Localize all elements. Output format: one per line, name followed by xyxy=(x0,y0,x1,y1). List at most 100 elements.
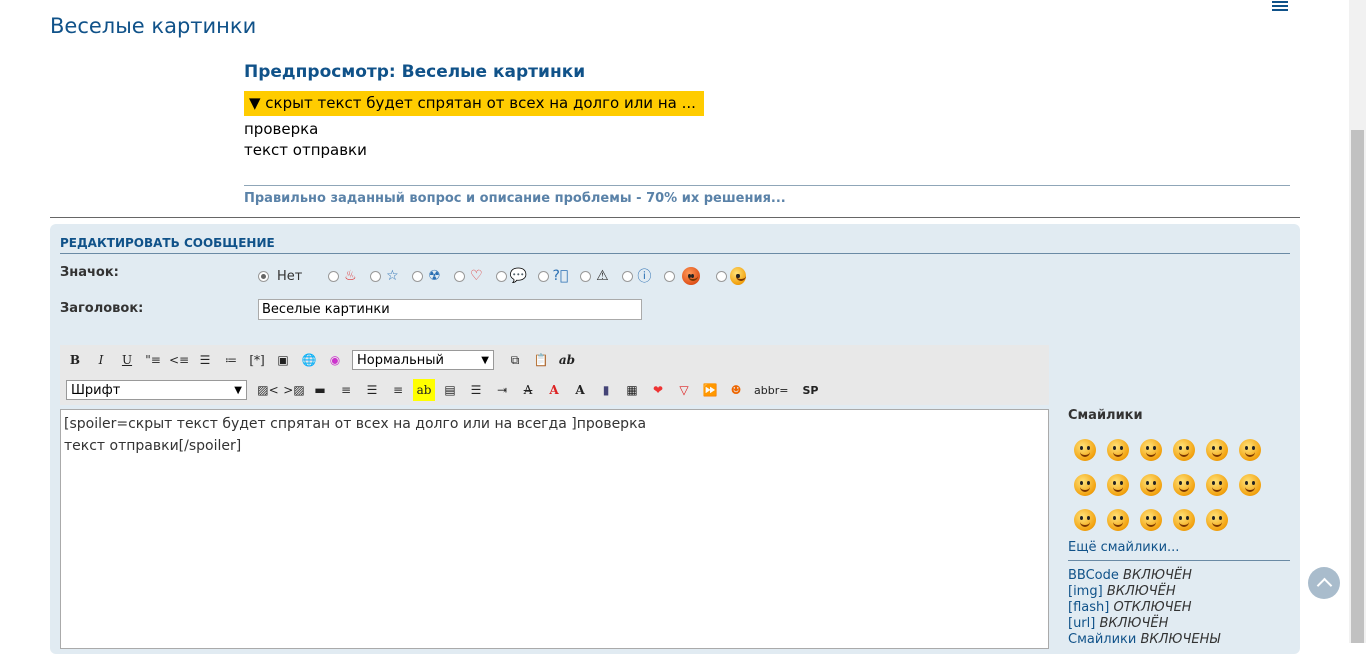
bullet-list-button[interactable]: ☰ xyxy=(194,349,216,371)
smiley-icon[interactable] xyxy=(1239,439,1261,461)
info-icon: ⓘ xyxy=(637,269,652,285)
option-name[interactable]: [url] xyxy=(1068,616,1095,631)
icon-option-star[interactable]: ☆ xyxy=(370,268,400,284)
hamburger-menu-icon[interactable] xyxy=(1272,1,1288,13)
italic-button[interactable]: I xyxy=(90,349,112,371)
smiley-icon[interactable] xyxy=(1107,509,1129,531)
align-right-icon[interactable]: ≡ xyxy=(387,379,409,401)
icon-option-none[interactable]: Нет xyxy=(258,269,316,284)
paste-icon[interactable]: 📋 xyxy=(530,349,552,371)
option-status: ОТКЛЮЧЕН xyxy=(1113,600,1192,615)
smiley-icon[interactable] xyxy=(1206,509,1228,531)
smiley-icon[interactable] xyxy=(1173,474,1195,496)
quote-button[interactable]: "≡ xyxy=(142,349,164,371)
spellcheck-icon[interactable]: ab xyxy=(556,349,578,371)
smiley-icon[interactable] xyxy=(1107,474,1129,496)
radio[interactable] xyxy=(716,270,728,282)
numbered-list-button[interactable]: ≔ xyxy=(220,349,242,371)
media-icon[interactable]: ▦ xyxy=(621,379,643,401)
icon-option-question[interactable]: ?⃝ xyxy=(538,268,568,284)
subject-input[interactable] xyxy=(258,299,642,320)
spoiler-toggle[interactable]: ▼ скрыт текст будет спрятан от всех на д… xyxy=(244,91,704,116)
scroll-to-top-button[interactable] xyxy=(1308,567,1340,599)
radio[interactable] xyxy=(664,270,676,282)
radio[interactable] xyxy=(622,270,634,282)
page-scrollbar[interactable] xyxy=(1349,0,1366,643)
play-icon[interactable]: ⏩ xyxy=(699,379,721,401)
code-button[interactable]: <≡ xyxy=(168,349,190,371)
icon-option-radiation[interactable]: ☢ xyxy=(412,268,442,284)
icon-option-info[interactable]: ⓘ xyxy=(622,268,652,285)
radio[interactable] xyxy=(454,270,466,282)
smiley-icon[interactable] xyxy=(1074,474,1096,496)
image-icon[interactable]: ▣ xyxy=(272,349,294,371)
list-item-button[interactable]: [*] xyxy=(246,349,268,371)
font-size-select[interactable]: Нормальный ▼ xyxy=(352,350,494,370)
font-color-icon[interactable]: A xyxy=(543,379,565,401)
smiley-icon[interactable] xyxy=(1140,439,1162,461)
icon-option-speech[interactable]: 💬 xyxy=(496,268,527,284)
smiley-icon[interactable] xyxy=(1140,509,1162,531)
horizontal-rule-icon[interactable]: ▬ xyxy=(309,379,331,401)
heart-smiley-icon[interactable]: ❤ xyxy=(647,379,669,401)
option-name[interactable]: [flash] xyxy=(1068,600,1109,615)
font-shadow-icon[interactable]: A xyxy=(569,379,591,401)
icon-label: Значок: xyxy=(60,265,119,280)
scrollbar-thumb[interactable] xyxy=(1351,130,1364,643)
font-size-value: Нормальный xyxy=(357,352,444,368)
smiley-icon[interactable] xyxy=(1140,474,1162,496)
icon-option-fire[interactable]: ♨ xyxy=(328,268,358,284)
radio-none[interactable] xyxy=(258,270,269,282)
icon-option-grin[interactable] xyxy=(716,267,747,285)
message-textarea[interactable]: [spoiler=скрыт текст будет спрятан от вс… xyxy=(60,409,1049,649)
underline-button[interactable]: U xyxy=(116,349,138,371)
gradient-icon[interactable]: ▮ xyxy=(595,379,617,401)
radio[interactable] xyxy=(580,270,592,282)
font-family-select[interactable]: Шрифт ▼ xyxy=(66,380,247,400)
smiley-icon[interactable] xyxy=(1074,439,1096,461)
align-left-icon[interactable]: ≡ xyxy=(335,379,357,401)
radio[interactable] xyxy=(370,270,382,282)
option-name[interactable]: Смайлики xyxy=(1068,632,1136,647)
align-center-icon[interactable]: ☰ xyxy=(361,379,383,401)
strikethrough-icon[interactable]: A xyxy=(517,379,539,401)
radio[interactable] xyxy=(412,270,424,282)
smiley-icon[interactable] xyxy=(1206,439,1228,461)
toolbar-secondary: Шрифт ▼ ▨< >▨ ▬ ≡ ☰ ≡ ab ▤ ☰ ⇥ A A A ▮ ▦ … xyxy=(60,375,1049,405)
option-status: ВКЛЮЧЁН xyxy=(1123,568,1192,583)
smiley-icon[interactable] xyxy=(1107,439,1129,461)
radio[interactable] xyxy=(328,270,340,282)
radio[interactable] xyxy=(496,270,508,282)
option-name[interactable]: [img] xyxy=(1068,584,1103,599)
star-icon: ☆ xyxy=(386,268,399,284)
justify-icon[interactable]: ☰ xyxy=(465,379,487,401)
smiley-icon[interactable] xyxy=(1206,474,1228,496)
copy-icon[interactable]: ⧉ xyxy=(504,349,526,371)
radio[interactable] xyxy=(538,270,550,282)
abbr-button[interactable]: abbr= xyxy=(751,379,791,401)
smiley-icon[interactable] xyxy=(1173,509,1195,531)
smiley-icon[interactable] xyxy=(1173,439,1195,461)
icon-option-warning[interactable]: ⚠ xyxy=(580,268,610,284)
option-img: [img] ВКЛЮЧЁН xyxy=(1068,584,1290,600)
sp-button[interactable]: SP xyxy=(799,379,821,401)
color-picker-icon[interactable]: ◉ xyxy=(324,349,346,371)
table-icon[interactable]: ▤ xyxy=(439,379,461,401)
signature-divider xyxy=(244,185,1290,186)
grin-smiley-icon xyxy=(730,267,747,285)
smiley-icon[interactable] xyxy=(1074,509,1096,531)
more-smilies-link[interactable]: Ещё смайлики... xyxy=(1068,540,1290,555)
smiley-box-icon[interactable]: ☻ xyxy=(725,379,747,401)
highlight-icon[interactable]: ab xyxy=(413,379,435,401)
image-right-icon[interactable]: >▨ xyxy=(283,379,305,401)
icon-option-angry[interactable] xyxy=(664,267,704,285)
option-name[interactable]: BBCode xyxy=(1068,568,1119,583)
link-icon[interactable]: 🌐 xyxy=(298,349,320,371)
smiley-icon[interactable] xyxy=(1239,474,1261,496)
bold-button[interactable]: B xyxy=(64,349,86,371)
indent-icon[interactable]: ⇥ xyxy=(491,379,513,401)
icon-option-heart[interactable]: ♡ xyxy=(454,268,484,284)
image-left-icon[interactable]: ▨< xyxy=(257,379,279,401)
option-status: ВКЛЮЧЕНЫ xyxy=(1140,632,1221,647)
youtube-icon[interactable]: ▽ xyxy=(673,379,695,401)
